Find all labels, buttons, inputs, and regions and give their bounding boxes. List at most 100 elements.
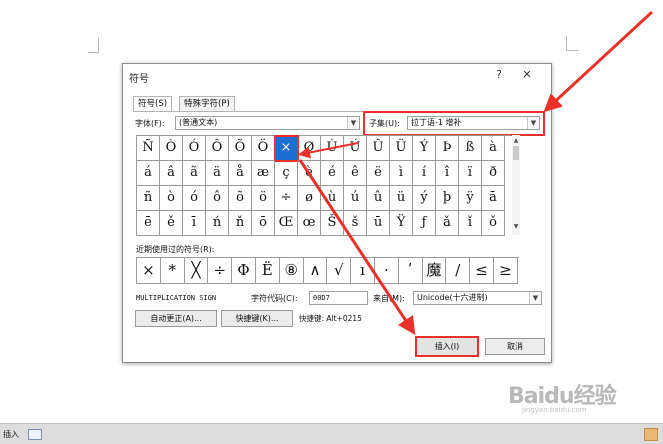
scroll-thumb[interactable] bbox=[513, 146, 519, 160]
symbol-cell[interactable]: ñ bbox=[137, 186, 160, 211]
recent-symbol-cell[interactable]: * bbox=[160, 258, 185, 284]
symbol-cell[interactable]: ā bbox=[482, 186, 505, 211]
symbol-cell[interactable]: Ø bbox=[298, 136, 321, 161]
shortcut-key-button[interactable]: 快捷键(K)... bbox=[221, 310, 293, 327]
symbol-cell[interactable]: ú bbox=[344, 186, 367, 211]
symbol-cell[interactable]: Ö bbox=[252, 136, 275, 161]
symbol-cell[interactable]: ƒ bbox=[413, 211, 436, 236]
symbol-cell[interactable]: æ bbox=[252, 161, 275, 186]
symbol-cell[interactable]: Û bbox=[367, 136, 390, 161]
symbol-cell[interactable]: á bbox=[137, 161, 160, 186]
symbol-cell[interactable]: ë bbox=[367, 161, 390, 186]
from-select[interactable]: Unicode(十六进制) ▼ bbox=[413, 291, 542, 305]
status-tray-icon[interactable] bbox=[644, 428, 658, 441]
scroll-down-icon[interactable]: ▼ bbox=[512, 223, 520, 230]
symbol-cell[interactable]: Š bbox=[321, 211, 344, 236]
char-code-input[interactable]: 00D7 bbox=[309, 291, 368, 305]
recent-symbol-cell[interactable]: ≥ bbox=[494, 258, 518, 284]
symbol-grid-scrollbar[interactable]: ▲ ▼ bbox=[512, 135, 520, 235]
symbol-cell[interactable]: ó bbox=[183, 186, 206, 211]
symbol-cell[interactable]: å bbox=[229, 161, 252, 186]
symbol-cell[interactable]: â bbox=[160, 161, 183, 186]
symbol-cell[interactable]: Ô bbox=[206, 136, 229, 161]
symbol-cell[interactable]: ǒ bbox=[482, 211, 505, 236]
symbol-cell[interactable]: ū bbox=[367, 211, 390, 236]
symbol-cell[interactable]: ǐ bbox=[459, 211, 482, 236]
recent-symbol-cell[interactable]: Ë bbox=[256, 258, 280, 284]
recent-symbol-cell[interactable]: ⑧ bbox=[279, 258, 304, 284]
symbol-cell[interactable]: ê bbox=[344, 161, 367, 186]
symbol-cell[interactable]: é bbox=[321, 161, 344, 186]
symbol-cell[interactable]: à bbox=[482, 136, 505, 161]
cancel-button[interactable]: 取消 bbox=[485, 338, 545, 355]
symbol-cell[interactable]: ï bbox=[459, 161, 482, 186]
symbol-cell[interactable]: Þ bbox=[436, 136, 459, 161]
symbol-dialog: 符号 ? ✕ 符号(S) 特殊字符(P) 字体(F): (普通文本) ▼ 子集(… bbox=[122, 63, 552, 363]
symbol-cell[interactable]: í bbox=[413, 161, 436, 186]
symbol-cell[interactable]: þ bbox=[436, 186, 459, 211]
symbol-cell[interactable]: è bbox=[298, 161, 321, 186]
symbol-cell[interactable]: ý bbox=[413, 186, 436, 211]
symbol-cell[interactable]: ø bbox=[298, 186, 321, 211]
recent-symbol-cell[interactable]: ÷ bbox=[208, 258, 233, 284]
symbol-cell[interactable]: ē bbox=[137, 211, 160, 236]
symbol-cell[interactable]: ÷ bbox=[275, 186, 298, 211]
symbol-cell[interactable]: ÿ bbox=[459, 186, 482, 211]
recent-symbol-cell[interactable]: × bbox=[137, 258, 161, 284]
symbol-cell[interactable]: ě bbox=[160, 211, 183, 236]
symbol-cell[interactable]: ð bbox=[482, 161, 505, 186]
symbol-cell[interactable]: Ó bbox=[183, 136, 206, 161]
recent-symbol-cell[interactable]: ╳ bbox=[184, 258, 209, 284]
symbol-cell[interactable]: ǎ bbox=[436, 211, 459, 236]
recent-symbol-cell[interactable]: √ bbox=[327, 258, 352, 284]
symbol-cell[interactable]: ň bbox=[229, 211, 252, 236]
symbol-cell[interactable]: ß bbox=[459, 136, 482, 161]
symbol-cell[interactable]: ç bbox=[275, 161, 298, 186]
symbol-cell[interactable]: ö bbox=[252, 186, 275, 211]
chevron-down-icon: ▼ bbox=[529, 292, 541, 304]
font-select[interactable]: (普通文本) ▼ bbox=[175, 116, 360, 130]
tab-symbols[interactable]: 符号(S) bbox=[133, 96, 173, 112]
symbol-cell[interactable]: Ò bbox=[160, 136, 183, 161]
symbol-cell[interactable]: ã bbox=[183, 161, 206, 186]
insert-button[interactable]: 插入(I) bbox=[415, 336, 479, 357]
symbol-cell[interactable]: ì bbox=[390, 161, 413, 186]
scroll-up-icon[interactable]: ▲ bbox=[512, 137, 520, 144]
subset-select[interactable]: 拉丁语-1 增补 ▼ bbox=[407, 116, 540, 130]
symbol-cell-selected[interactable]: × bbox=[274, 135, 299, 162]
symbol-cell[interactable]: ù bbox=[321, 186, 344, 211]
recent-symbol-cell[interactable]: Φ bbox=[232, 258, 256, 284]
symbol-cell[interactable]: ò bbox=[160, 186, 183, 211]
symbol-cell[interactable]: Ü bbox=[390, 136, 413, 161]
recent-symbol-cell[interactable]: ʹ bbox=[398, 258, 423, 284]
symbol-cell[interactable]: ü bbox=[390, 186, 413, 211]
symbol-cell[interactable]: Ù bbox=[321, 136, 344, 161]
recent-symbol-cell[interactable]: / bbox=[446, 258, 471, 284]
close-button[interactable]: ✕ bbox=[519, 67, 535, 83]
symbol-cell[interactable]: ī bbox=[183, 211, 206, 236]
document-icon[interactable] bbox=[28, 429, 42, 440]
autocorrect-button[interactable]: 自动更正(A)... bbox=[135, 310, 217, 327]
symbol-cell[interactable]: õ bbox=[229, 186, 252, 211]
symbol-cell[interactable]: Ý bbox=[413, 136, 436, 161]
recent-symbol-cell[interactable]: ≤ bbox=[470, 258, 494, 284]
symbol-cell[interactable]: Œ bbox=[275, 211, 298, 236]
symbol-cell[interactable]: ô bbox=[206, 186, 229, 211]
symbol-cell[interactable]: Ÿ bbox=[390, 211, 413, 236]
symbol-cell[interactable]: œ bbox=[298, 211, 321, 236]
help-button[interactable]: ? bbox=[491, 67, 507, 83]
recent-symbol-cell[interactable]: · bbox=[375, 258, 399, 284]
tab-special-characters[interactable]: 特殊字符(P) bbox=[179, 96, 235, 111]
symbol-cell[interactable]: Õ bbox=[229, 136, 252, 161]
symbol-cell[interactable]: û bbox=[367, 186, 390, 211]
symbol-cell[interactable]: ń bbox=[206, 211, 229, 236]
symbol-cell[interactable]: ä bbox=[206, 161, 229, 186]
symbol-cell[interactable]: Ñ bbox=[137, 136, 160, 161]
recent-symbol-cell[interactable]: ∧ bbox=[303, 258, 328, 284]
symbol-cell[interactable]: Ú bbox=[344, 136, 367, 161]
symbol-cell[interactable]: î bbox=[436, 161, 459, 186]
symbol-cell[interactable]: ō bbox=[252, 211, 275, 236]
recent-symbol-cell[interactable]: 魔 bbox=[422, 258, 447, 284]
recent-symbol-cell[interactable]: ı bbox=[351, 258, 375, 284]
symbol-cell[interactable]: š bbox=[344, 211, 367, 236]
